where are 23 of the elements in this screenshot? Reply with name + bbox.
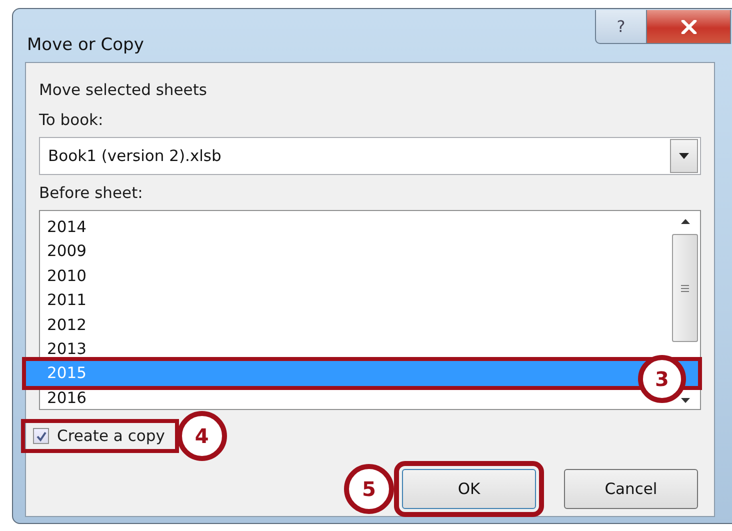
callout-number: 3	[638, 355, 686, 403]
field-label: Before sheet:	[39, 183, 144, 204]
list-item[interactable]: 2012	[40, 312, 94, 337]
close-icon	[680, 20, 696, 34]
field-label: To book:	[39, 110, 104, 131]
section-label: Move selected sheets	[39, 80, 208, 101]
help-button[interactable]: ?	[595, 10, 647, 44]
list-item[interactable]: 2014	[40, 215, 94, 240]
list-item[interactable]: 2009	[40, 239, 94, 264]
callout-number: 5	[344, 464, 394, 514]
dialog-button[interactable]: Cancel	[564, 469, 698, 509]
scroll-down-arrow-icon[interactable]	[680, 398, 690, 403]
window-title: Move or Copy	[27, 35, 144, 55]
scroll-up-arrow-icon[interactable]	[680, 219, 690, 224]
checkbox-control[interactable]: Create a copy	[25, 423, 175, 449]
list-item[interactable]: 2011	[40, 288, 94, 313]
list-item[interactable]: 2010	[40, 264, 94, 288]
callout-number: 4	[176, 411, 227, 461]
checkbox[interactable]	[33, 428, 49, 444]
book-dropdown[interactable]: Book1 (version 2).xlsb	[39, 137, 701, 175]
list-item[interactable]: 2016	[40, 386, 94, 410]
list-item[interactable]: 2013	[40, 336, 94, 362]
close-button[interactable]	[647, 10, 731, 44]
